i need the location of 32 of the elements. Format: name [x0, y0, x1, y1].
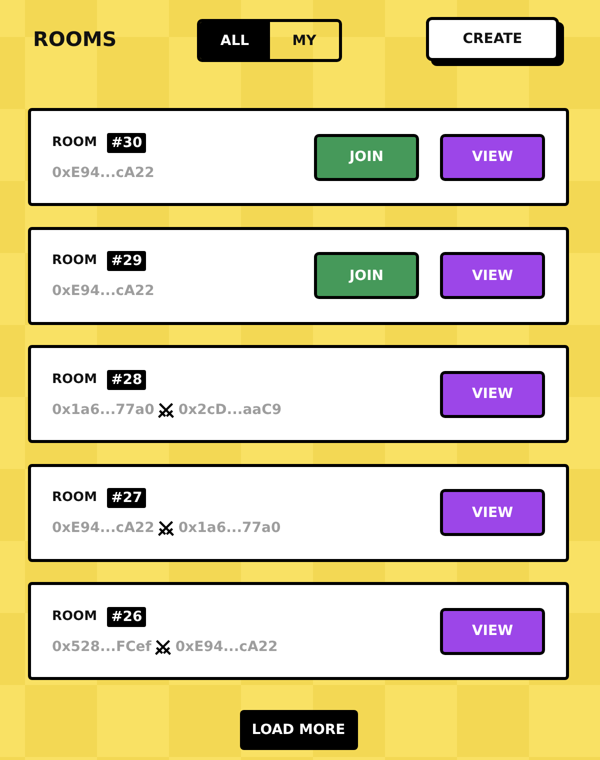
page-title: ROOMS	[33, 27, 117, 51]
player-address: 0x1a6...77a0	[178, 519, 281, 537]
room-label: ROOM	[52, 253, 98, 269]
player-address: 0xE94...cA22	[175, 638, 278, 656]
view-button[interactable]: VIEW	[440, 252, 545, 299]
room-number-tag: #30	[107, 132, 146, 152]
room-label: ROOM	[52, 608, 98, 624]
view-button[interactable]: VIEW	[440, 134, 545, 180]
filter-tab[interactable]: ALL	[200, 22, 270, 59]
player-address: 0xE94...cA22	[52, 519, 154, 537]
player-address: 0x528...FCef	[52, 638, 152, 656]
player-address: 0x1a6...77a0	[52, 400, 154, 418]
room-number-tag: #29	[107, 251, 146, 271]
load-more-button[interactable]: LOAD MORE	[240, 710, 358, 750]
room-label: ROOM	[52, 490, 98, 506]
crossed-swords-icon	[155, 638, 172, 654]
player-address: 0x2cD...aaC9	[178, 400, 282, 418]
crossed-swords-icon	[158, 402, 174, 418]
room-label: ROOM	[52, 372, 98, 388]
filter-tab[interactable]: MY	[270, 22, 339, 59]
view-button[interactable]: VIEW	[440, 608, 545, 654]
player-address: 0xE94...cA22	[52, 164, 154, 182]
room-number-tag: #28	[107, 370, 146, 390]
join-button[interactable]: JOIN	[314, 134, 419, 180]
room-number-tag: #26	[107, 606, 146, 626]
room-label: ROOM	[52, 134, 98, 150]
view-button[interactable]: VIEW	[440, 489, 545, 536]
crossed-swords-icon	[158, 520, 174, 536]
view-button[interactable]: VIEW	[440, 370, 545, 418]
join-button[interactable]: JOIN	[314, 252, 419, 299]
room-number-tag: #27	[107, 488, 146, 508]
player-address: 0xE94...cA22	[52, 282, 154, 300]
